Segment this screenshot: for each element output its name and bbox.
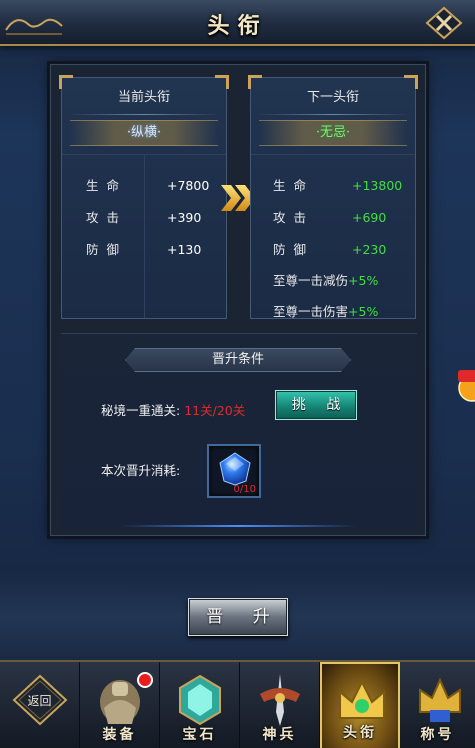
nav-item-title[interactable]: 头衔 [320, 662, 400, 748]
next-stat-defense: 防 御 +230 [273, 242, 387, 257]
back-button[interactable]: 返回 [0, 662, 80, 748]
current-stat-hp: 生 命 +7800 [86, 178, 210, 193]
notification-badge [137, 672, 153, 688]
current-title-card: 当前头衔 ·纵横· 生 命 +7800 攻 击 +390 防 御 +130 [59, 75, 229, 319]
dungeon-progress: 11关/20关 [184, 403, 246, 418]
weapon-icon [260, 674, 300, 726]
cost-label: 本次晋升消耗: [101, 463, 181, 478]
conditions-title: 晋升条件 [125, 348, 351, 372]
next-stat-damage-boost: 至尊一击伤害+5% [273, 304, 379, 319]
challenge-button[interactable]: 挑 战 [275, 390, 357, 420]
nav-item-equipment[interactable]: 装备 [80, 662, 160, 748]
nav-item-gem[interactable]: 宝石 [160, 662, 240, 748]
gem-icon [179, 674, 221, 726]
cost-item-count: 0/10 [233, 484, 256, 495]
title-bar: 头衔 [0, 0, 475, 46]
title-panel: 当前头衔 ·纵横· 生 命 +7800 攻 击 +390 防 御 +130 下一… [50, 64, 426, 536]
next-rank-name: ·无忌· [259, 120, 407, 146]
next-title-card: 下一头衔 ·无忌· 生 命 +13800 攻 击 +690 防 御 +230 至… [248, 75, 418, 319]
nav-item-honor[interactable]: 称号 [400, 662, 475, 748]
dungeon-requirement: 秘境一重通关: 11关/20关 [101, 403, 246, 418]
next-stat-attack: 攻 击 +690 [273, 210, 387, 225]
current-title-header: 当前头衔 [117, 90, 170, 105]
page-title: 头衔 [207, 13, 268, 39]
honor-icon [419, 677, 461, 722]
bottom-nav: 返回 装备 宝石 神兵 头衔 称号 [0, 660, 475, 748]
cost-item-slot[interactable]: 0/10 [207, 444, 261, 498]
next-stat-hp: 生 命 +13800 [273, 178, 403, 193]
current-stat-defense: 防 御 +130 [86, 242, 202, 257]
close-icon [425, 6, 463, 40]
gem-icon [219, 452, 251, 486]
next-stat-damage-reduction: 至尊一击减伤+5% [273, 273, 379, 288]
nav-item-weapon[interactable]: 神兵 [240, 662, 320, 748]
promotion-conditions: 晋升条件 秘境一重通关: 11关/20关 挑 战 本次晋升消耗: 0/10 [61, 333, 417, 527]
gift-icon[interactable] [450, 362, 475, 406]
next-title-header: 下一头衔 [306, 90, 359, 105]
current-rank-name: ·纵横· [70, 120, 218, 146]
current-stat-attack: 攻 击 +390 [86, 210, 202, 225]
close-button[interactable] [425, 6, 463, 40]
promote-button[interactable]: 晋 升 [188, 598, 288, 636]
back-label: 返回 [27, 694, 52, 708]
